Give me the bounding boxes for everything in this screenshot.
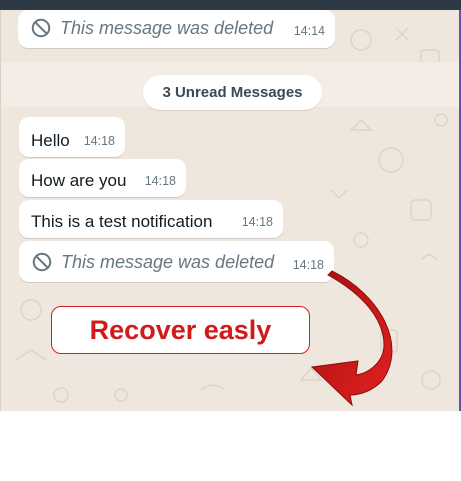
message-bubble[interactable]: Hello 14:18 — [19, 117, 125, 157]
message-text: This is a test notification — [31, 212, 213, 231]
deleted-message: This message was deleted — [30, 17, 273, 39]
unread-messages-divider: 3 Unread Messages — [143, 75, 322, 110]
ban-icon — [31, 18, 51, 38]
ban-icon — [32, 252, 52, 272]
message-text: This message was deleted — [61, 252, 275, 272]
message-time: 14:14 — [293, 23, 325, 38]
message-time: 14:18 — [144, 173, 176, 188]
curved-arrow-icon — [310, 270, 393, 407]
deleted-message: This message was deleted — [31, 251, 274, 273]
recover-easily-button[interactable]: Recover easly — [51, 306, 310, 354]
message-bubble-deleted[interactable]: This message was deleted 14:14 — [18, 10, 335, 48]
message-text: How are you — [31, 171, 127, 190]
status-bar — [0, 0, 461, 10]
recover-label: Recover easly — [89, 314, 272, 345]
message-text: This message was deleted — [60, 18, 274, 38]
message-time: 14:18 — [241, 214, 273, 229]
message-time: 14:18 — [83, 133, 115, 148]
message-bubble-deleted[interactable]: This message was deleted 14:18 — [19, 241, 334, 282]
message-text: Hello — [31, 131, 70, 150]
message-bubble[interactable]: How are you 14:18 — [19, 159, 186, 197]
message-bubble[interactable]: This is a test notification 14:18 — [19, 200, 283, 238]
